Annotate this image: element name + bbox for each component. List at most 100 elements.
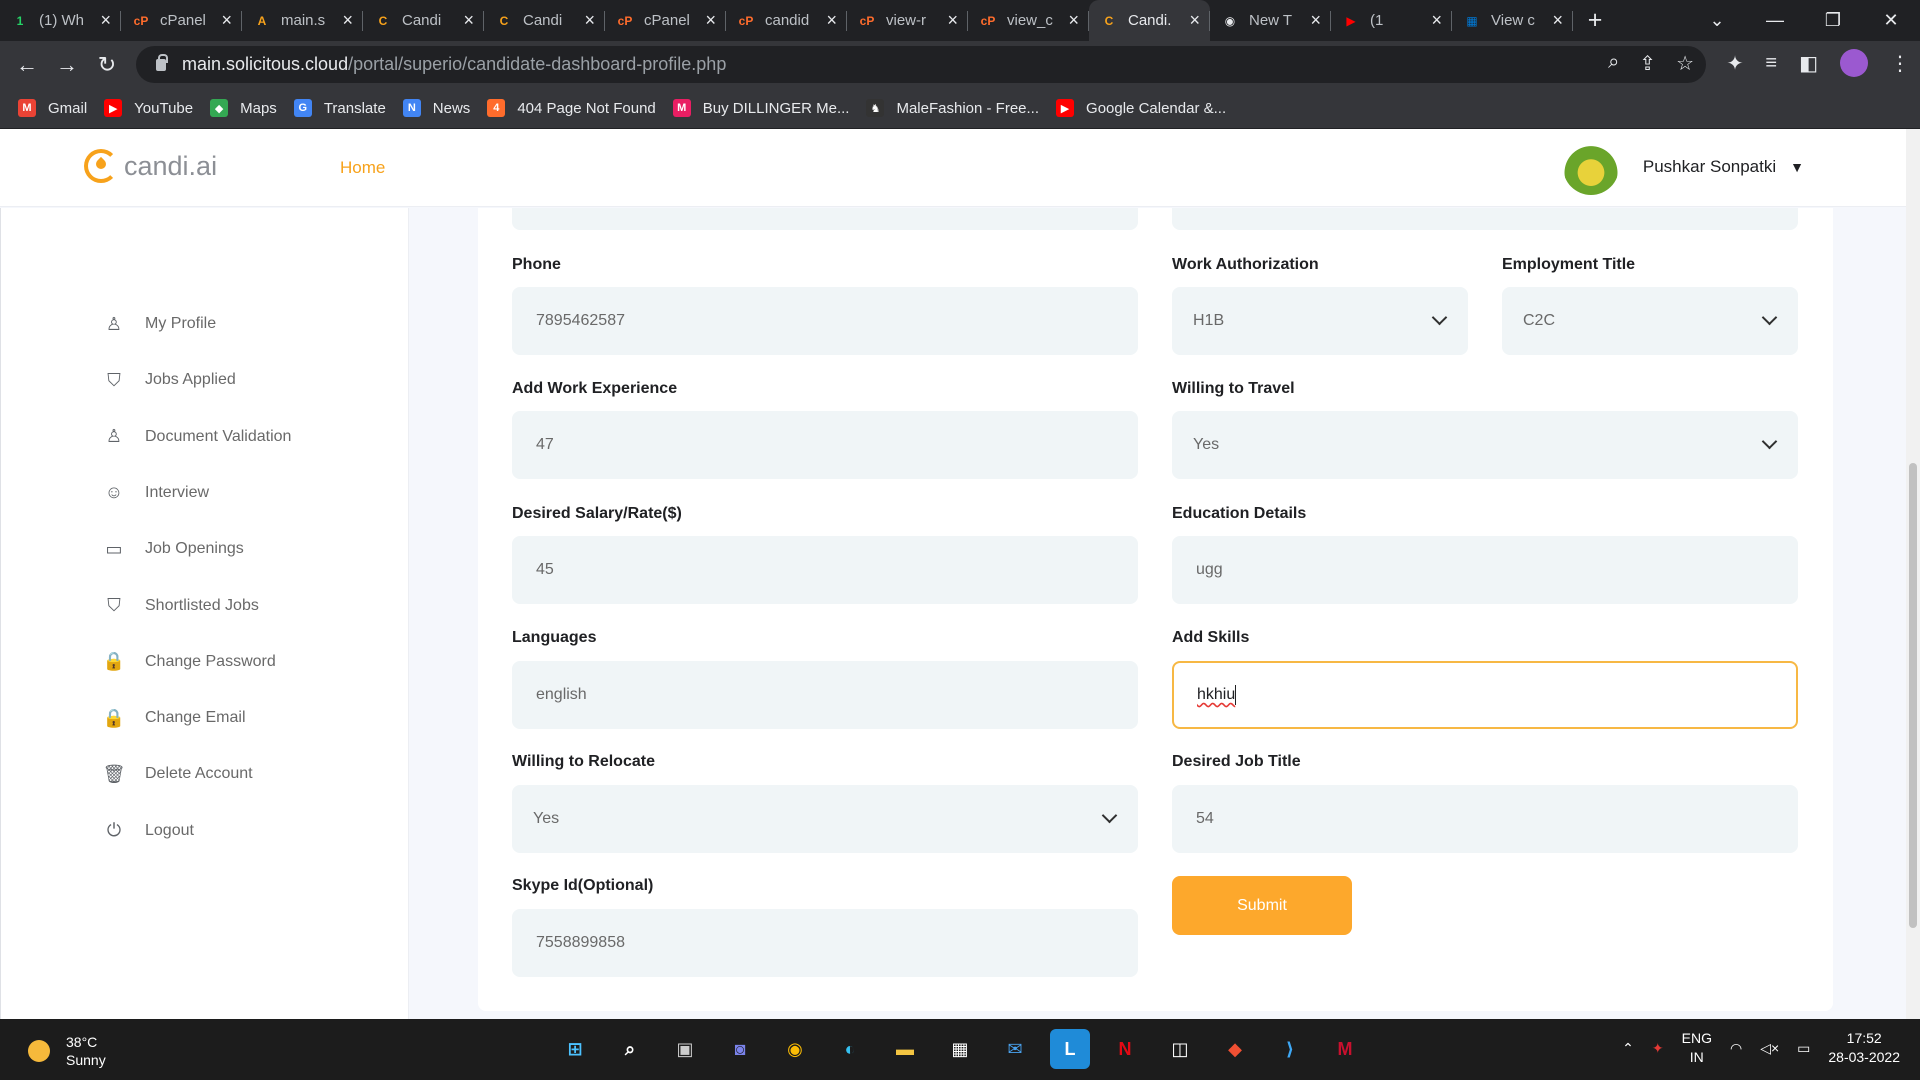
edge-icon[interactable]: ◐	[830, 1029, 870, 1069]
chevron-up-icon[interactable]: ⌃	[1622, 1040, 1634, 1057]
app-tray-icon[interactable]: ✦	[1652, 1040, 1664, 1057]
sidebar-item[interactable]: ▭ Job Openings	[103, 538, 243, 560]
close-tab-icon[interactable]: ×	[1552, 10, 1563, 31]
sidebar-item[interactable]: 🔒 Change Email	[103, 707, 246, 729]
bookmark-item[interactable]: G Translate	[293, 99, 386, 117]
add-skills-input[interactable]: hkhiu	[1172, 661, 1798, 729]
willing-to-relocate-select[interactable]: Yes	[512, 785, 1138, 853]
browser-tab[interactable]: cP view_c ×	[968, 0, 1089, 41]
volume-mute-icon[interactable]: ◁×	[1760, 1040, 1779, 1057]
start-icon[interactable]: ⊞	[555, 1029, 595, 1069]
restore-icon[interactable]: ❐	[1804, 0, 1862, 41]
new-tab-button[interactable]: +	[1573, 0, 1617, 41]
browser-tab[interactable]: C Candi ×	[484, 0, 605, 41]
netflix-icon[interactable]: N	[1105, 1029, 1145, 1069]
browser-tab[interactable]: ◉ New T ×	[1210, 0, 1331, 41]
sidebar-item[interactable]: ♙ Document Validation	[103, 426, 292, 448]
education-details-input[interactable]: ugg	[1172, 536, 1798, 604]
bookmark-item[interactable]: 4 404 Page Not Found	[487, 99, 656, 117]
dolby-icon[interactable]: ◫	[1160, 1029, 1200, 1069]
close-tab-icon[interactable]: ×	[584, 10, 595, 31]
employment-title-select[interactable]: C2C	[1502, 287, 1798, 355]
teams-icon[interactable]: ◙	[720, 1029, 760, 1069]
git-icon[interactable]: ◆	[1215, 1029, 1255, 1069]
bookmark-item[interactable]: ▶ YouTube	[104, 99, 193, 117]
browser-tab[interactable]: Amain.s ×	[242, 0, 363, 41]
languages-input[interactable]: english	[512, 661, 1138, 729]
menu-icon[interactable]: ⋮	[1890, 51, 1910, 76]
sidebar-item[interactable]: ♙ My Profile	[103, 313, 216, 335]
bookmark-item[interactable]: N News	[402, 99, 470, 117]
mail-icon[interactable]: ✉	[995, 1029, 1035, 1069]
nav-home-link[interactable]: Home	[340, 158, 385, 178]
share-icon[interactable]: ⇪	[1639, 51, 1656, 76]
close-tab-icon[interactable]: ×	[1431, 10, 1442, 31]
candi-logo[interactable]: candi.ai	[84, 149, 217, 183]
bookmark-item[interactable]: M Gmail	[18, 99, 87, 117]
forward-icon[interactable]: →	[47, 52, 87, 78]
zoom-icon[interactable]: ⌕	[1608, 51, 1619, 76]
close-tab-icon[interactable]: ×	[826, 10, 837, 31]
bookmark-item[interactable]: ♞ MaleFashion - Free...	[866, 99, 1039, 117]
work-authorization-select[interactable]: H1B	[1172, 287, 1468, 355]
chrome-icon[interactable]: ◉	[775, 1029, 815, 1069]
close-tab-icon[interactable]: ×	[100, 10, 111, 31]
browser-tab[interactable]: cP cPanel ×	[121, 0, 242, 41]
browser-tab[interactable]: C Candi. ×	[1089, 0, 1210, 41]
close-window-icon[interactable]: ✕	[1862, 0, 1920, 41]
close-tab-icon[interactable]: ×	[1310, 10, 1321, 31]
close-tab-icon[interactable]: ×	[342, 10, 353, 31]
sidebar-item[interactable]: ⛉ Jobs Applied	[103, 369, 235, 391]
page-scrollbar[interactable]	[1906, 129, 1920, 1019]
close-tab-icon[interactable]: ×	[221, 10, 232, 31]
extensions-icon[interactable]: ✦	[1727, 51, 1744, 76]
address-bar[interactable]: main.solicitous.cloud/portal/superio/can…	[136, 46, 1706, 83]
browser-tab[interactable]: C Candi ×	[363, 0, 484, 41]
bookmark-item[interactable]: ▶ Google Calendar &...	[1056, 99, 1226, 117]
sidebar-item[interactable]: 🔒 Change Password	[103, 651, 276, 673]
phone-input[interactable]: 7895462587	[512, 287, 1138, 355]
browser-tab[interactable]: 1 (1) Wh ×	[0, 0, 121, 41]
bookmark-item[interactable]: ◆ Maps	[210, 99, 277, 117]
language-indicator[interactable]: ENG IN	[1682, 1029, 1712, 1067]
close-tab-icon[interactable]: ×	[947, 10, 958, 31]
browser-tab[interactable]: cP view-r ×	[847, 0, 968, 41]
side-panel-icon[interactable]: ◧	[1799, 51, 1818, 76]
tab-search-icon[interactable]: ⌄	[1688, 0, 1746, 41]
star-icon[interactable]: ☆	[1676, 51, 1694, 76]
sidebar-item[interactable]: ⛉ Shortlisted Jobs	[103, 595, 259, 617]
browser-tab[interactable]: cP candid ×	[726, 0, 847, 41]
mcafee-icon[interactable]: M	[1325, 1029, 1365, 1069]
browser-tab[interactable]: ▦ View c ×	[1452, 0, 1573, 41]
close-tab-icon[interactable]: ×	[463, 10, 474, 31]
store-icon[interactable]: ▦	[940, 1029, 980, 1069]
browser-tab[interactable]: cP cPanel ×	[605, 0, 726, 41]
sidebar-item[interactable]: ☺ Interview	[103, 482, 209, 504]
task-view-icon[interactable]: ▣	[665, 1029, 705, 1069]
skype-id-input[interactable]: 7558899858	[512, 909, 1138, 977]
close-tab-icon[interactable]: ×	[1068, 10, 1079, 31]
file-explorer-icon[interactable]: ▬	[885, 1029, 925, 1069]
weather-widget[interactable]: 38°C Sunny	[28, 1033, 106, 1069]
vscode-icon[interactable]: ⟩	[1270, 1029, 1310, 1069]
sidebar-item[interactable]: 🗑 Delete Account	[103, 763, 253, 785]
willing-to-travel-select[interactable]: Yes	[1172, 411, 1798, 479]
close-tab-icon[interactable]: ×	[705, 10, 716, 31]
search-icon[interactable]: ⌕	[610, 1029, 650, 1069]
reload-icon[interactable]: ↻	[87, 52, 127, 78]
clock[interactable]: 17:52 28-03-2022	[1828, 1029, 1900, 1067]
desired-job-title-input[interactable]: 54	[1172, 785, 1798, 853]
close-tab-icon[interactable]: ×	[1189, 10, 1200, 31]
submit-button[interactable]: Submit	[1172, 876, 1352, 935]
wifi-icon[interactable]: ◠	[1730, 1040, 1742, 1057]
browser-tab[interactable]: ▶ (1 ×	[1331, 0, 1452, 41]
scrollbar-thumb[interactable]	[1909, 463, 1917, 928]
lock-icon[interactable]	[156, 53, 168, 71]
desired-salary-input[interactable]: 45	[512, 536, 1138, 604]
user-menu[interactable]: Pushkar Sonpatki ▼	[1562, 139, 1804, 195]
battery-icon[interactable]: ▭	[1797, 1040, 1810, 1057]
profile-avatar[interactable]	[1840, 49, 1868, 77]
back-icon[interactable]: ←	[7, 52, 47, 78]
minimize-icon[interactable]: —	[1746, 0, 1804, 41]
l-app-icon[interactable]: L	[1050, 1029, 1090, 1069]
